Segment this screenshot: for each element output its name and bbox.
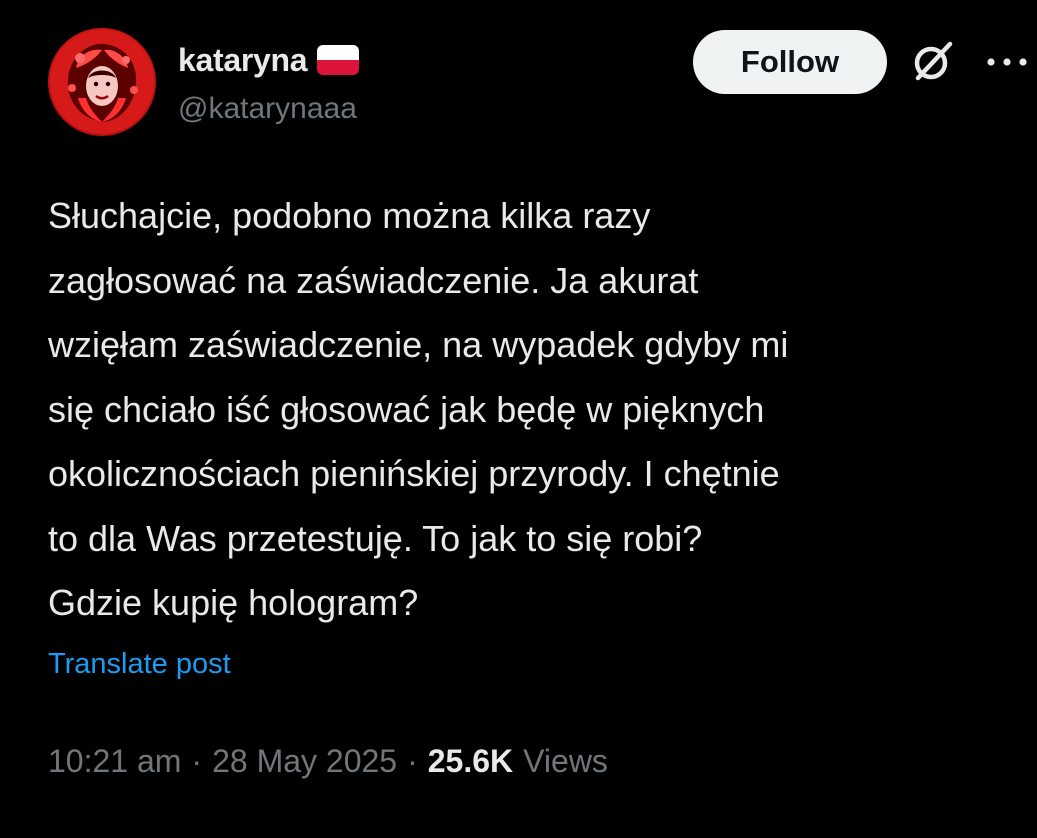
translate-post-link[interactable]: Translate post xyxy=(48,648,231,681)
avatar[interactable] xyxy=(48,28,156,136)
tweet-header: kataryna @katarynaaa Follow xyxy=(48,28,1037,138)
more-options-icon[interactable] xyxy=(983,42,1031,82)
grok-icon[interactable] xyxy=(910,38,956,84)
views-label: Views xyxy=(523,743,608,779)
poland-flag-icon xyxy=(317,45,360,75)
meta-separator: · xyxy=(191,743,203,779)
tweet-text: Słuchajcie, podobno można kilka razy zag… xyxy=(48,195,789,623)
meta-separator: · xyxy=(407,743,418,779)
display-name[interactable]: kataryna xyxy=(178,42,308,79)
tweet-date[interactable]: 28 May 2025 xyxy=(212,743,397,780)
avatar-illustration-icon xyxy=(50,30,154,134)
tweet-meta: 10:21 am · 28 May 2025 · 25.6K Views xyxy=(48,743,608,780)
follow-button[interactable]: Follow xyxy=(693,30,887,94)
user-handle[interactable]: @katarynaaa xyxy=(178,92,357,126)
tweet-time[interactable]: 10:21 am xyxy=(48,743,181,780)
views-count[interactable]: 25.6K xyxy=(428,743,513,780)
name-row: kataryna xyxy=(178,40,360,80)
